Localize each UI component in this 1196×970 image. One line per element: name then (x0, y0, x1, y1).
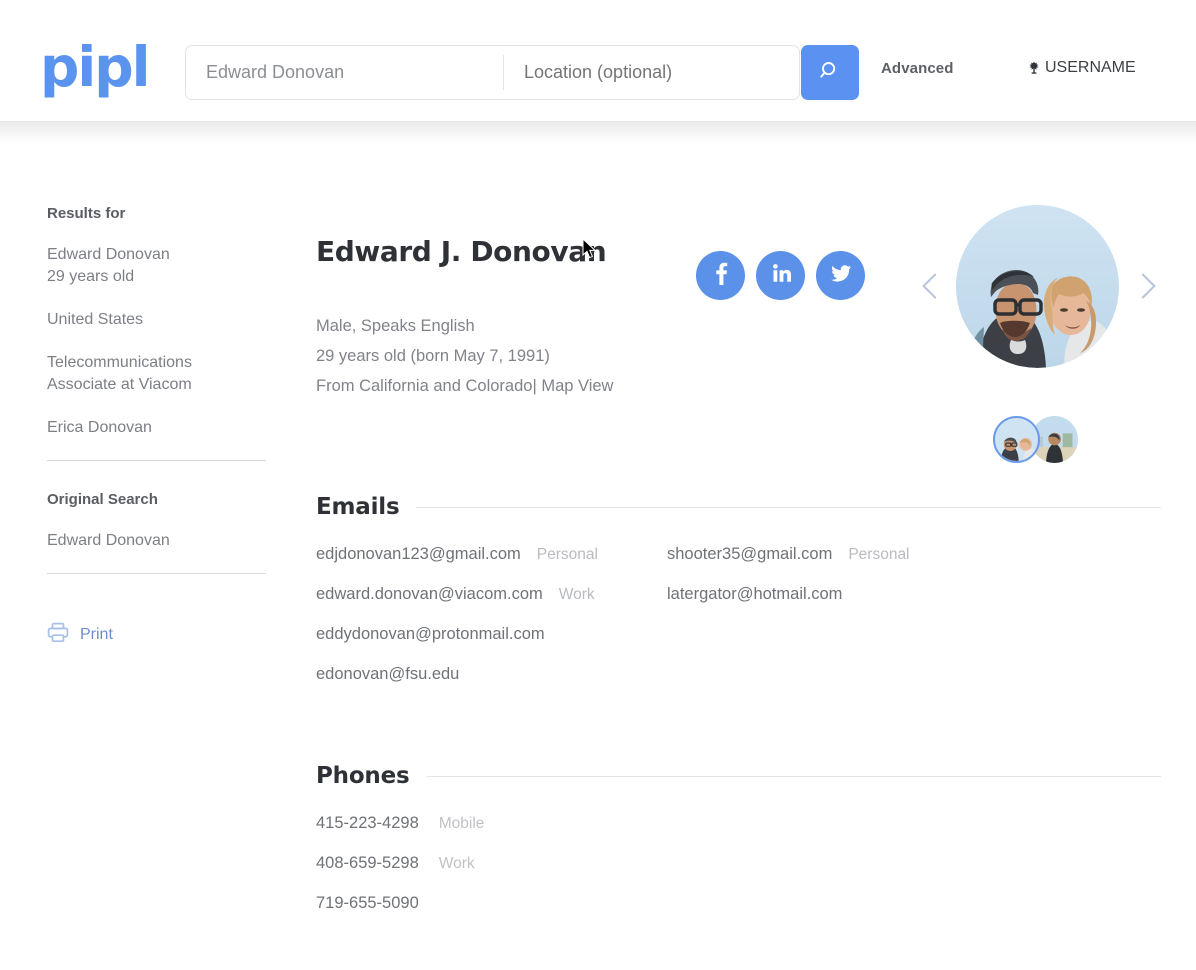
phone-row: 719-655-5090 (316, 894, 484, 934)
phones-section-header: Phones (316, 763, 1161, 789)
facebook-icon (708, 260, 734, 291)
fact-gender-language: Male, Speaks English (316, 317, 475, 335)
phone-tag: Work (438, 855, 475, 872)
print-label: Print (80, 626, 113, 643)
avatar[interactable] (956, 205, 1119, 368)
email-value[interactable]: edonovan@fsu.edu (316, 665, 459, 684)
search-bar (185, 45, 800, 100)
photo-carousel (920, 205, 1160, 470)
twitter-link[interactable] (816, 251, 865, 300)
search-name-input[interactable] (186, 46, 503, 99)
phones-divider (426, 775, 1161, 777)
advanced-search-link[interactable]: Advanced (881, 60, 954, 77)
photo-next-button[interactable] (1130, 273, 1156, 299)
profile-facts: Male, Speaks English 29 years old (born … (316, 311, 613, 401)
sidebar-result-2[interactable]: Telecommunications Associate at Viacom (47, 352, 267, 396)
email-value[interactable]: edward.donovan@viacom.com (316, 585, 543, 604)
email-cell: edward.donovan@viacom.com Work (316, 585, 667, 604)
sidebar-divider-bottom (47, 573, 266, 574)
fact-age-birth: 29 years old (born May 7, 1991) (316, 347, 550, 365)
emails-title: Emails (316, 494, 400, 520)
email-row: edonovan@fsu.edu (316, 665, 910, 705)
header-shadow (0, 121, 1196, 143)
fact-origin: From California and Colorado (316, 377, 533, 395)
sidebar-result-1-line1: United States (47, 311, 144, 328)
linkedin-icon (768, 260, 794, 291)
social-links (696, 251, 865, 300)
pipl-logo[interactable]: pipl (40, 36, 150, 98)
emails-section-header: Emails (316, 494, 1161, 520)
email-cell: edjdonovan123@gmail.com Personal (316, 545, 667, 564)
emails-divider (416, 506, 1161, 508)
search-location-input[interactable] (504, 46, 799, 99)
email-row: eddydonovan@protonmail.com (316, 625, 910, 665)
sidebar-result-0-line2: 29 years old (47, 268, 135, 285)
emails-list: edjdonovan123@gmail.com Personal shooter… (316, 545, 910, 705)
photo-thumbnail-0[interactable] (993, 416, 1040, 463)
phones-title: Phones (316, 763, 410, 789)
sidebar-result-2-line2: Associate at Viacom (47, 376, 192, 393)
email-row: edward.donovan@viacom.com Work latergato… (316, 585, 910, 625)
twitter-icon (828, 260, 854, 291)
sidebar-result-0-line1: Edward Donovan (47, 246, 170, 263)
email-cell: eddydonovan@protonmail.com (316, 625, 667, 644)
phone-value[interactable]: 415-223-4298 (316, 814, 419, 833)
print-button[interactable]: Print (47, 622, 267, 648)
photo-prev-button[interactable] (922, 273, 948, 299)
email-cell: latergator@hotmail.com (667, 585, 858, 604)
phone-value[interactable]: 408-659-5298 (316, 854, 419, 873)
facebook-link[interactable] (696, 251, 745, 300)
email-cell: edonovan@fsu.edu (316, 665, 667, 684)
email-tag: Personal (536, 546, 598, 563)
pipl-search-result-page: pipl Advanced USERNAM (0, 0, 1196, 970)
phone-row: 408-659-5298 Work (316, 854, 484, 894)
user-crown-icon (1028, 61, 1040, 76)
sidebar-result-2-line1: Telecommunications (47, 354, 192, 371)
sidebar-result-0[interactable]: Edward Donovan 29 years old (47, 244, 267, 288)
search-button[interactable] (801, 45, 859, 100)
site-header: pipl Advanced USERNAM (0, 0, 1196, 121)
phone-tag: Mobile (438, 815, 485, 832)
fact-separator: | (532, 377, 537, 395)
email-tag: Personal (848, 546, 910, 563)
page-title: Edward J. Donovan (316, 235, 607, 268)
email-cell: shooter35@gmail.com Personal (667, 545, 910, 564)
email-value[interactable]: edjdonovan123@gmail.com (316, 545, 521, 564)
phone-value[interactable]: 719-655-5090 (316, 894, 419, 913)
original-search-value[interactable]: Edward Donovan (47, 530, 267, 552)
results-for-heading: Results for (47, 205, 126, 222)
original-search-heading: Original Search (47, 491, 158, 508)
username-label: USERNAME (1045, 59, 1136, 76)
map-view-link[interactable]: Map View (541, 377, 613, 395)
sidebar-result-3-line1: Erica Donovan (47, 419, 152, 436)
email-value[interactable]: eddydonovan@protonmail.com (316, 625, 545, 644)
fact-origin-row: From California and Colorado| Map View (316, 371, 613, 401)
phone-row: 415-223-4298 Mobile (316, 814, 484, 854)
sidebar-result-1[interactable]: United States (47, 309, 267, 331)
phones-list: 415-223-4298 Mobile 408-659-5298 Work 71… (316, 814, 484, 934)
email-value[interactable]: shooter35@gmail.com (667, 545, 832, 564)
user-menu[interactable]: USERNAME (1028, 59, 1136, 77)
sidebar: Results for Edward Donovan 29 years old … (47, 205, 267, 648)
sidebar-result-3[interactable]: Erica Donovan (47, 417, 267, 439)
email-value[interactable]: latergator@hotmail.com (667, 585, 842, 604)
linkedin-link[interactable] (756, 251, 805, 300)
email-row: edjdonovan123@gmail.com Personal shooter… (316, 545, 910, 585)
search-icon (819, 60, 841, 85)
printer-icon (47, 622, 69, 648)
email-tag: Work (558, 586, 595, 603)
photo-thumbnails (993, 416, 1078, 463)
